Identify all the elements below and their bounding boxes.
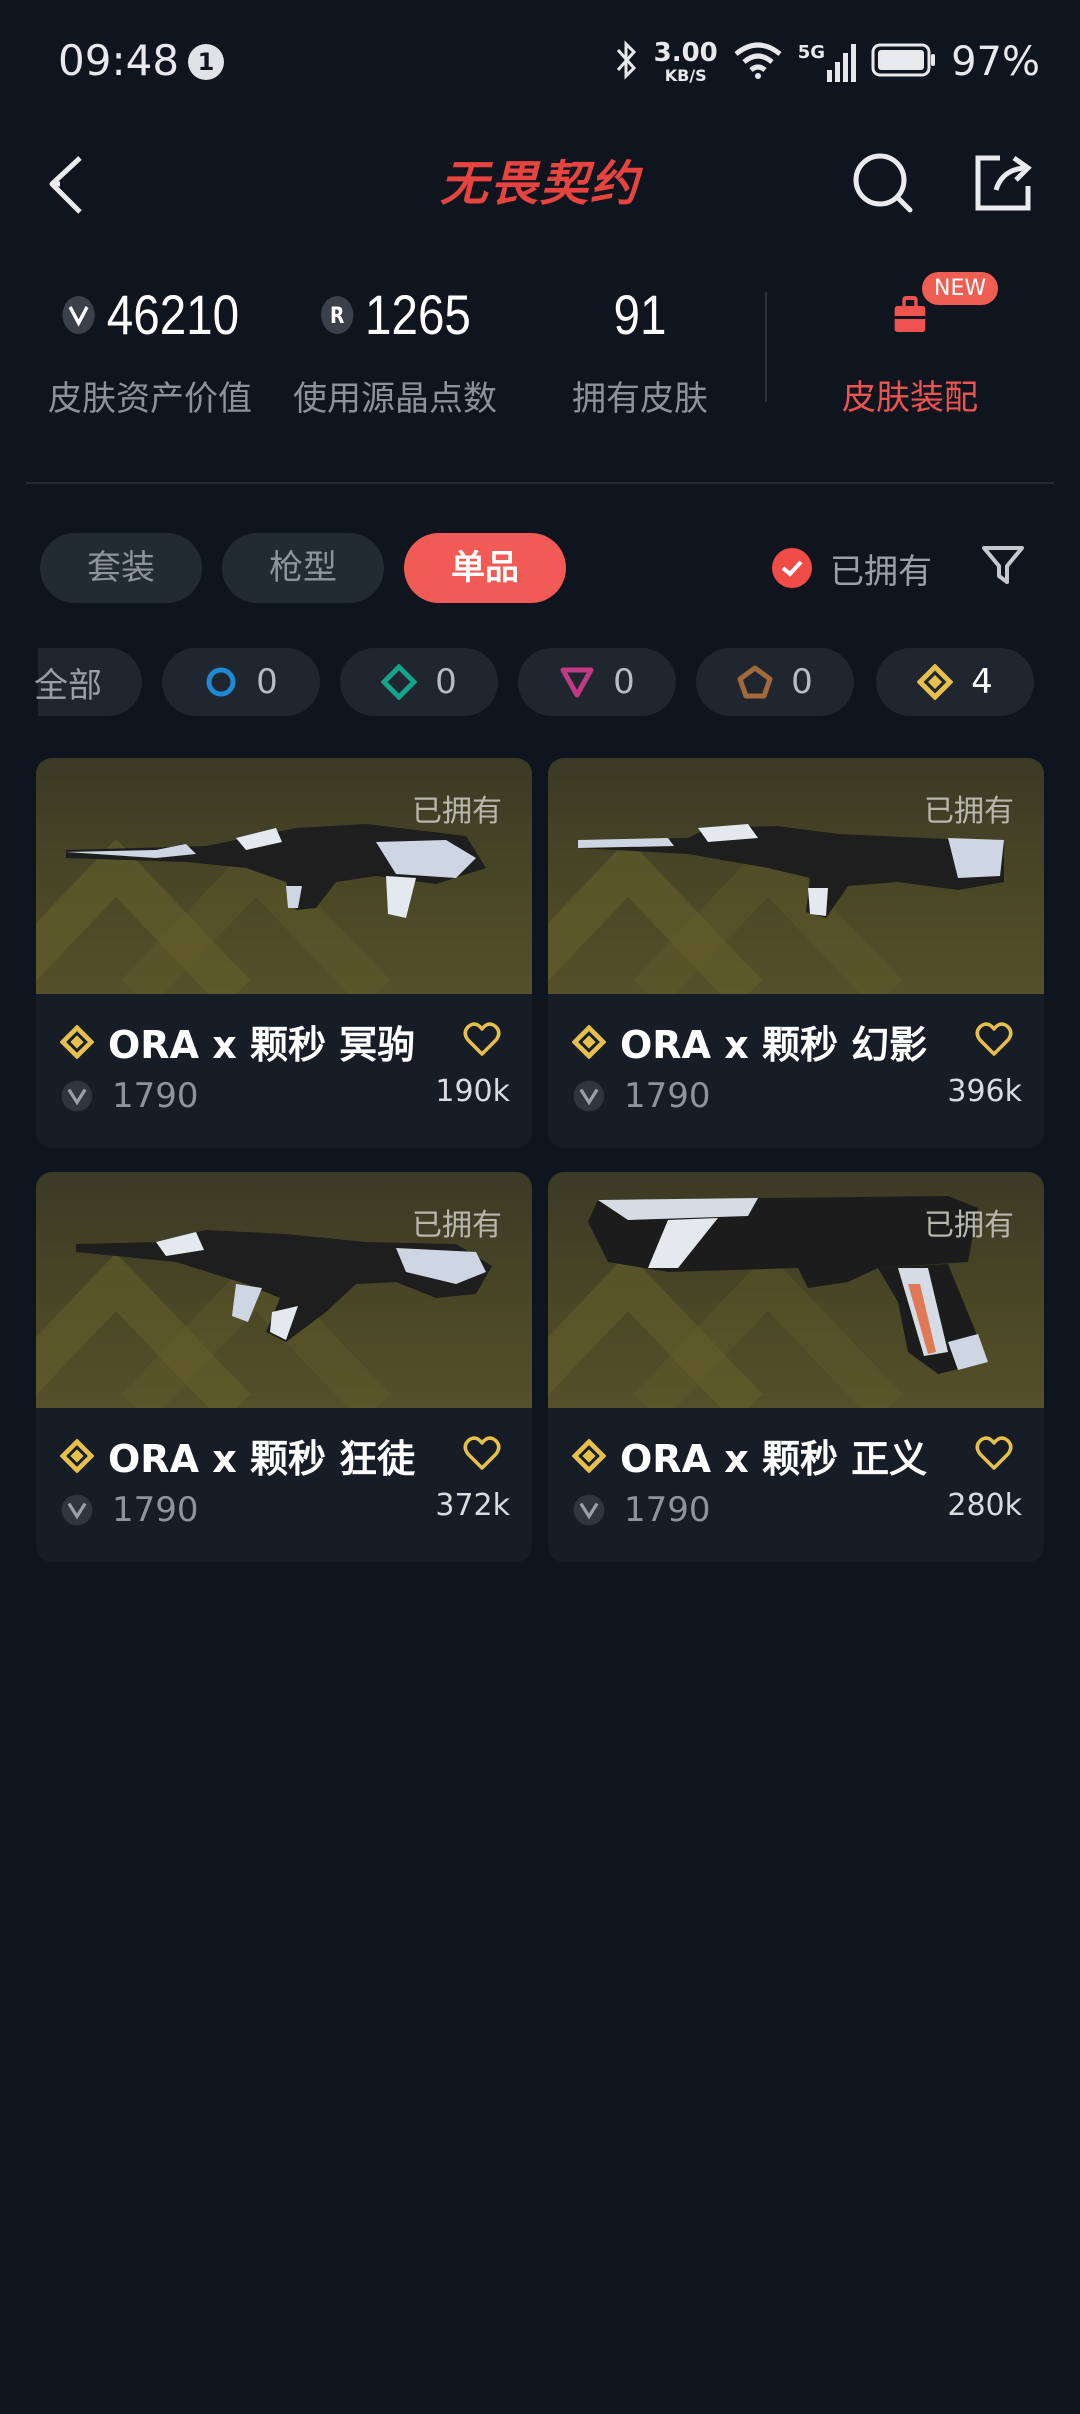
filter-funnel-icon [982,546,1024,584]
heart-icon [463,1022,501,1056]
favorite-button[interactable] [974,1434,1014,1474]
back-button[interactable] [40,150,100,220]
exclusive-tier-icon [917,664,954,700]
status-bar: 09:48 1 3.00 KB/S 5G 97% [0,0,1080,130]
skin-name: ORA x 颗秒 幻影 [620,1023,928,1067]
tab-weapon-type[interactable]: 枪型 [222,533,384,603]
rarity-count: 4 [971,662,993,702]
stats-divider [765,292,767,402]
battery-icon [871,43,937,81]
heart-icon [463,1436,501,1470]
skin-name: ORA x 颗秒 正义 [620,1437,928,1481]
search-icon [853,153,913,213]
tab-bundle[interactable]: 套装 [40,533,202,603]
rarity-chip-select[interactable]: 0 [162,648,320,716]
svg-text:R: R [330,302,345,328]
valorant-points-icon [573,1494,605,1526]
rarity-chip-premium[interactable]: 0 [518,648,676,716]
skin-image: 已拥有 [548,1172,1044,1408]
new-badge: NEW [922,272,999,305]
tab-single-item[interactable]: 单品 [404,533,566,603]
back-arrow-icon [49,156,82,214]
favorite-button[interactable] [462,1020,502,1060]
exclusive-tier-icon [572,1024,606,1059]
status-time: 09:48 [58,36,180,85]
wifi-icon [732,40,784,84]
rarity-chip-ultra[interactable]: 0 [696,648,854,716]
skin-card[interactable]: 已拥有 ORA x 颗秒 正义 1790 280k [548,1172,1044,1562]
heart-icon [975,1436,1013,1470]
rarity-chip-deluxe[interactable]: 0 [340,648,498,716]
favorite-button[interactable] [974,1020,1014,1060]
status-icons: 3.00 KB/S 5G 97% [614,34,1040,90]
likes-count: 372k [435,1488,510,1523]
likes-count: 190k [435,1074,510,1109]
owned-label: 已拥有 [412,1208,502,1243]
heart-icon [975,1022,1013,1056]
skin-image: 已拥有 [36,1172,532,1408]
share-icon [975,155,1032,211]
owned-label: 已拥有 [924,794,1014,829]
skin-card[interactable]: 已拥有 ORA x 颗秒 幻影 1790 396k [548,758,1044,1148]
bluetooth-icon [614,40,640,84]
owned-label: 已拥有 [924,1208,1014,1243]
skin-price: 1790 [112,1076,199,1116]
checkmark-icon [772,548,812,588]
deluxe-tier-icon [381,664,418,700]
valorant-points-icon [61,1494,93,1526]
briefcase-icon [894,296,926,332]
skin-equip-label: 皮肤装配 [842,378,978,418]
owned-skins-count: 91 [613,283,667,346]
battery-percentage: 97% [951,39,1040,85]
asset-value: 46210 [106,283,240,346]
stat-asset-value: 46210 皮肤资产价值 [40,282,260,420]
notification-count-badge: 1 [188,44,224,80]
filter-button[interactable] [978,540,1028,590]
valorant-points-icon [62,295,95,334]
skin-image: 已拥有 [548,758,1044,994]
share-button[interactable] [970,150,1036,216]
valorant-points-icon [61,1080,93,1112]
skin-name: ORA x 颗秒 冥驹 [108,1023,416,1067]
rarity-chip-exclusive[interactable]: 4 [876,648,1034,716]
ultra-tier-icon [737,665,773,699]
exclusive-tier-icon [60,1438,94,1473]
skin-price: 1790 [624,1076,711,1116]
stat-owned-skins: 91 拥有皮肤 [540,282,740,420]
rarity-count: 0 [435,662,457,702]
radianite-points: 1265 [364,283,471,346]
search-button[interactable] [850,150,916,216]
select-tier-icon [206,667,236,697]
asset-value-label: 皮肤资产价值 [48,379,252,419]
premium-tier-icon [560,667,594,698]
network-speed: 3.00 KB/S [653,38,718,85]
rarity-chip-all-label: 全部 [34,665,102,706]
skin-price: 1790 [624,1490,711,1530]
skin-name: ORA x 颗秒 狂徒 [108,1437,416,1481]
divider [26,482,1054,484]
rarity-count: 0 [791,662,813,702]
skin-card[interactable]: 已拥有 ORA x 颗秒 狂徒 1790 372k [36,1172,532,1562]
radianite-points-label: 使用源晶点数 [293,379,497,419]
rarity-count: 0 [613,662,635,702]
favorite-button[interactable] [462,1434,502,1474]
owned-label: 已拥有 [412,794,502,829]
owned-filter-label: 已拥有 [830,551,932,592]
likes-count: 396k [947,1074,1022,1109]
owned-skins-label: 拥有皮肤 [572,379,708,419]
page-title-logo: 无畏契约 [439,156,640,212]
skin-price: 1790 [112,1490,199,1530]
owned-filter-toggle[interactable]: 已拥有 [772,540,932,596]
cellular-signal-icon: 5G [798,42,857,82]
rarity-count: 0 [256,662,278,702]
likes-count: 280k [947,1488,1022,1523]
valorant-points-icon [573,1080,605,1112]
rarity-chip-all[interactable]: 全部 [34,648,142,716]
exclusive-tier-icon [572,1438,606,1473]
skin-image: 已拥有 [36,758,532,994]
radianite-points-icon: R [320,295,354,334]
skin-card[interactable]: 已拥有 ORA x 颗秒 冥驹 1790 190k [36,758,532,1148]
exclusive-tier-icon [60,1024,94,1059]
stat-radianite-points: R 1265 使用源晶点数 [285,282,505,420]
